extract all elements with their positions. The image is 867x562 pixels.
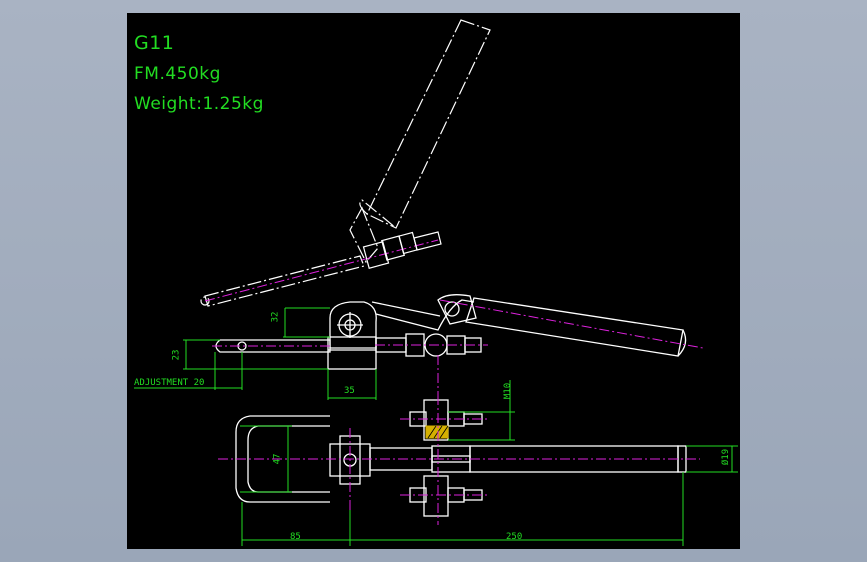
clamp-drawing xyxy=(134,19,738,546)
dim-250: 250 xyxy=(506,532,523,542)
clamping-force-label: FM.450kg xyxy=(134,64,221,84)
phantom-spindle xyxy=(362,231,442,269)
phantom-open-handle xyxy=(349,19,491,264)
dim-35: 35 xyxy=(344,386,355,396)
dim-47: 47 xyxy=(272,453,283,465)
dim-23: 23 xyxy=(171,349,182,361)
dim-m10: M10 xyxy=(503,382,514,400)
clamp-body-side xyxy=(215,294,687,370)
dim-85: 85 xyxy=(290,532,301,542)
top-dimensions xyxy=(240,380,738,546)
clamp-top-view xyxy=(235,399,687,517)
weight-label: Weight:1.25kg xyxy=(134,94,264,114)
top-view-centerlines xyxy=(218,395,700,525)
dim-diameter-19: Ø19 xyxy=(721,448,732,466)
dim-adjustment: ADJUSTMENT 20 xyxy=(134,378,205,388)
model-label: G11 xyxy=(134,32,175,54)
dim-32: 32 xyxy=(270,311,281,323)
